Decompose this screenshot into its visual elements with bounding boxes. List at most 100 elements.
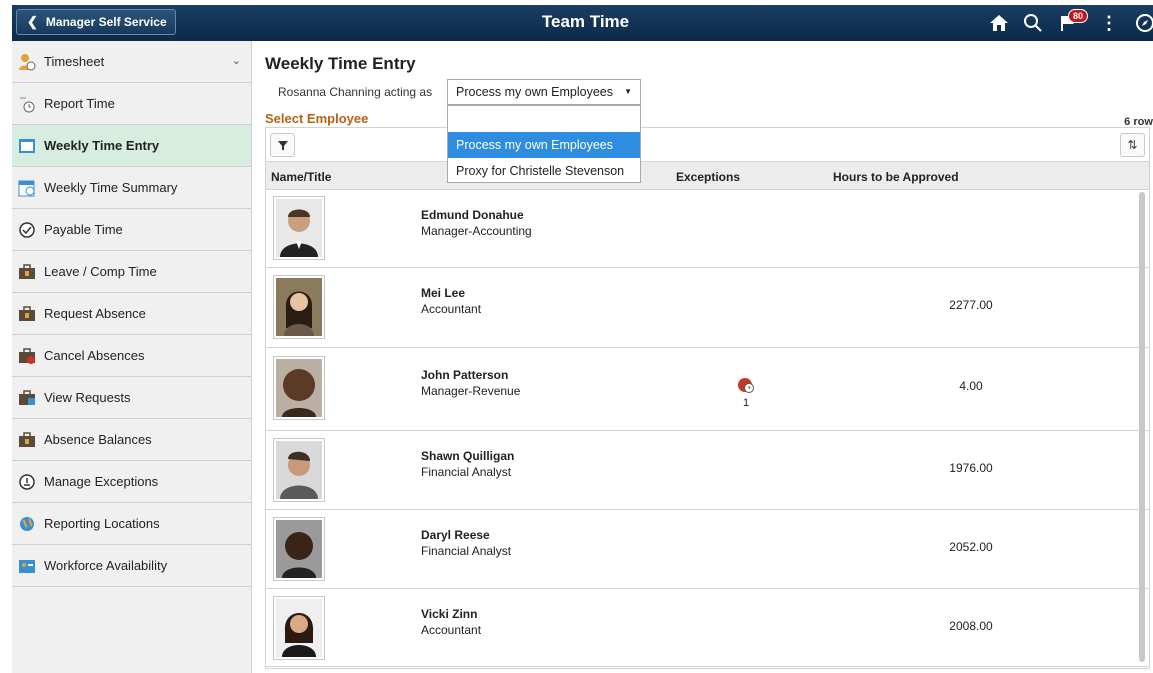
chevron-left-icon: ❮ bbox=[27, 14, 38, 29]
sidebar-item-label: Manage Exceptions bbox=[44, 474, 159, 489]
exception-count: 1 bbox=[742, 397, 750, 409]
notification-count-badge: 80 bbox=[1068, 9, 1089, 23]
top-banner: ❮ Manager Self Service Team Time 80 ⋮ bbox=[12, 5, 1153, 41]
sidebar-item-manage-exceptions[interactable]: Manage Exceptions bbox=[12, 461, 251, 503]
back-button[interactable]: ❮ Manager Self Service bbox=[16, 9, 176, 35]
employee-grid: ⇅ Name/Title Exceptions Hours to be Appr… bbox=[265, 127, 1150, 669]
dropdown-option-own-employees[interactable]: Process my own Employees bbox=[448, 132, 640, 158]
suitcase-icon bbox=[18, 263, 36, 281]
exception-clock-icon bbox=[738, 378, 754, 393]
actions-menu-icon[interactable]: ⋮ bbox=[1096, 11, 1122, 35]
filter-icon bbox=[277, 141, 288, 150]
table-row[interactable]: Shawn Quilligan Financial Analyst 1976.0… bbox=[266, 431, 1149, 510]
chevron-down-icon: ⌄ bbox=[231, 55, 241, 67]
dropdown-option-blank[interactable] bbox=[448, 106, 640, 132]
select-value: Process my own Employees bbox=[456, 85, 614, 99]
table-row[interactable]: Edmund Donahue Manager-Accounting bbox=[266, 190, 1149, 268]
sidebar-item-view-requests[interactable]: View Requests bbox=[12, 377, 251, 419]
employee-title: Financial Analyst bbox=[421, 544, 512, 558]
sidebar-item-weekly-time-summary[interactable]: Weekly Time Summary bbox=[12, 167, 251, 209]
view-suitcase-icon bbox=[18, 389, 36, 407]
report-time-icon bbox=[18, 95, 36, 113]
exception-indicator[interactable]: 1 bbox=[736, 376, 756, 409]
filter-button[interactable] bbox=[270, 133, 295, 157]
sidebar-item-report-time[interactable]: Report Time bbox=[12, 83, 251, 125]
employee-name: Daryl Reese bbox=[421, 528, 490, 542]
exceptions-icon bbox=[18, 473, 36, 491]
hours-to-approve: 2052.00 bbox=[949, 540, 993, 554]
employee-photo bbox=[273, 596, 325, 660]
sidebar-item-label: Timesheet bbox=[44, 54, 105, 69]
table-row[interactable]: Daryl Reese Financial Analyst 2052.00 bbox=[266, 510, 1149, 589]
employee-photo bbox=[273, 275, 325, 339]
sidebar-item-request-absence[interactable]: Request Absence bbox=[12, 293, 251, 335]
sidebar-item-label: Weekly Time Entry bbox=[44, 138, 160, 153]
navbar-compass-icon[interactable] bbox=[1132, 11, 1153, 35]
column-hours[interactable]: Hours to be Approved bbox=[833, 170, 959, 184]
timesheet-icon bbox=[18, 53, 36, 71]
employee-title: Manager-Accounting bbox=[421, 224, 532, 238]
hours-to-approve: 1976.00 bbox=[949, 461, 993, 475]
grid-scrollbar[interactable] bbox=[1139, 192, 1145, 662]
employee-photo bbox=[273, 438, 325, 502]
search-icon[interactable] bbox=[1020, 11, 1046, 35]
availability-icon bbox=[18, 557, 36, 575]
hours-to-approve: 2008.00 bbox=[949, 619, 993, 633]
column-exceptions[interactable]: Exceptions bbox=[676, 170, 740, 184]
payable-time-icon bbox=[18, 221, 36, 239]
sidebar-item-absence-balances[interactable]: Absence Balances bbox=[12, 419, 251, 461]
sidebar-item-timesheet[interactable]: Timesheet ⌄ bbox=[12, 41, 251, 83]
sidebar-item-label: Report Time bbox=[44, 96, 115, 111]
acting-as-label: Rosanna Channing acting as bbox=[278, 85, 433, 99]
cancel-suitcase-icon bbox=[18, 347, 36, 365]
calendar-icon bbox=[18, 179, 36, 197]
main-content: Weekly Time Entry Rosanna Channing actin… bbox=[253, 41, 1153, 673]
page-title-banner: Team Time bbox=[541, 12, 630, 31]
sidebar: Timesheet ⌄ Report Time Weekly Time Entr… bbox=[12, 41, 252, 673]
globe-icon bbox=[18, 515, 36, 533]
dropdown-option-proxy[interactable]: Proxy for Christelle Stevenson bbox=[448, 158, 640, 184]
select-employee-heading: Select Employee bbox=[265, 111, 369, 126]
sidebar-item-label: Request Absence bbox=[44, 306, 146, 321]
employee-name: Mei Lee bbox=[421, 286, 466, 300]
table-row[interactable]: Mei Lee Accountant 2277.00 bbox=[266, 268, 1149, 348]
sidebar-item-leave-comp-time[interactable]: Leave / Comp Time bbox=[12, 251, 251, 293]
dropdown-arrow-icon: ▼ bbox=[624, 87, 632, 96]
sidebar-item-label: Absence Balances bbox=[44, 432, 152, 447]
employee-title: Financial Analyst bbox=[421, 465, 512, 479]
sidebar-item-cancel-absences[interactable]: Cancel Absences bbox=[12, 335, 251, 377]
back-button-label: Manager Self Service bbox=[45, 15, 167, 29]
suitcase-icon bbox=[18, 305, 36, 323]
employee-name: Edmund Donahue bbox=[421, 208, 524, 222]
home-icon[interactable] bbox=[986, 11, 1012, 35]
sidebar-item-label: Weekly Time Summary bbox=[44, 180, 178, 195]
acting-as-select[interactable]: Process my own Employees ▼ bbox=[447, 79, 641, 105]
employee-title: Manager-Revenue bbox=[421, 384, 521, 398]
weekly-entry-icon bbox=[18, 137, 36, 155]
employee-title: Accountant bbox=[421, 302, 482, 316]
sidebar-item-label: Cancel Absences bbox=[44, 348, 145, 363]
table-row[interactable]: Vicki Zinn Accountant 2008.00 bbox=[266, 589, 1149, 667]
sidebar-item-label: Payable Time bbox=[44, 222, 123, 237]
employee-name: Vicki Zinn bbox=[421, 607, 478, 621]
sidebar-item-label: Reporting Locations bbox=[44, 516, 160, 531]
sort-button[interactable]: ⇅ bbox=[1120, 133, 1145, 157]
hours-to-approve: 2277.00 bbox=[949, 298, 993, 312]
notification-flag-icon[interactable]: 80 bbox=[1056, 9, 1089, 35]
employee-photo bbox=[273, 517, 325, 581]
sidebar-item-reporting-locations[interactable]: Reporting Locations bbox=[12, 503, 251, 545]
employee-name: Shawn Quilligan bbox=[421, 449, 515, 463]
suitcase-icon bbox=[18, 431, 36, 449]
sidebar-item-workforce-availability[interactable]: Workforce Availability bbox=[12, 545, 251, 587]
column-name-title[interactable]: Name/Title bbox=[271, 170, 331, 184]
sidebar-item-payable-time[interactable]: Payable Time bbox=[12, 209, 251, 251]
sidebar-item-label: Leave / Comp Time bbox=[44, 264, 157, 279]
employee-photo bbox=[273, 356, 325, 420]
page-title: Weekly Time Entry bbox=[265, 54, 416, 73]
table-row[interactable]: John Patterson Manager-Revenue 1 4.00 bbox=[266, 348, 1149, 431]
grid-rows: Edmund Donahue Manager-Accounting Mei Le… bbox=[266, 190, 1149, 668]
employee-title: Accountant bbox=[421, 623, 482, 637]
sidebar-item-label: Workforce Availability bbox=[44, 558, 168, 573]
sidebar-item-weekly-time-entry[interactable]: Weekly Time Entry bbox=[12, 125, 251, 167]
sort-icon: ⇅ bbox=[1127, 138, 1138, 152]
